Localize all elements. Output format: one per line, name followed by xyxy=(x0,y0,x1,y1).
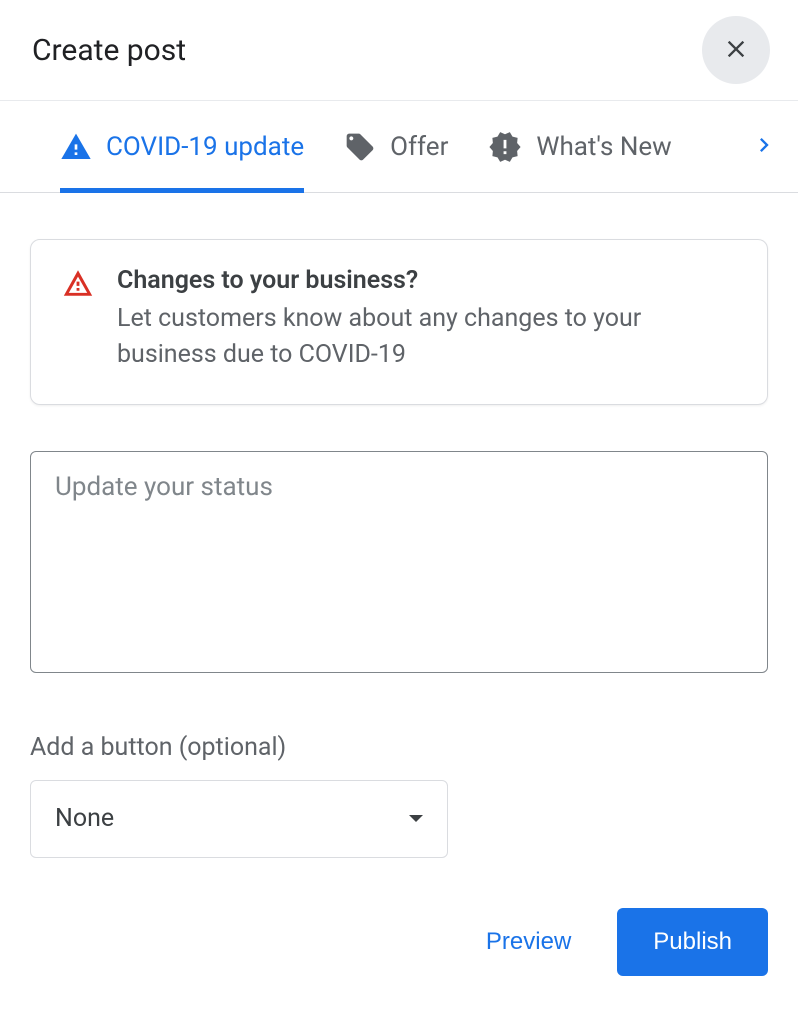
post-type-tabs: COVID-19 update Offer What's New xyxy=(0,101,798,193)
select-value: None xyxy=(55,804,114,833)
preview-button[interactable]: Preview xyxy=(476,914,581,970)
dialog-title: Create post xyxy=(32,33,186,68)
alert-triangle-icon xyxy=(61,266,95,374)
caret-down-icon xyxy=(409,815,423,822)
tabs-scroll-right[interactable] xyxy=(750,131,778,163)
content-area: Changes to your business? Let customers … xyxy=(0,193,798,858)
tag-icon xyxy=(344,131,376,163)
info-description: Let customers know about any changes to … xyxy=(117,301,737,374)
tab-label: Offer xyxy=(390,132,448,162)
info-title: Changes to your business? xyxy=(117,266,737,295)
tab-label: COVID-19 update xyxy=(106,132,304,162)
dialog-header: Create post xyxy=(0,0,798,101)
add-button-label: Add a button (optional) xyxy=(30,733,768,762)
warning-triangle-icon xyxy=(60,131,92,163)
close-icon xyxy=(722,35,750,66)
tab-whats-new[interactable]: What's New xyxy=(488,101,711,192)
button-type-select[interactable]: None xyxy=(30,780,448,858)
tab-label: What's New xyxy=(536,132,671,162)
tab-covid-update[interactable]: COVID-19 update xyxy=(60,101,344,192)
dialog-footer: Preview Publish xyxy=(0,908,798,1006)
status-textarea[interactable] xyxy=(30,451,768,673)
info-text: Changes to your business? Let customers … xyxy=(117,266,737,374)
close-button[interactable] xyxy=(702,16,770,84)
chevron-right-icon xyxy=(750,131,778,163)
add-button-section: Add a button (optional) None xyxy=(30,733,768,858)
info-card: Changes to your business? Let customers … xyxy=(30,239,768,405)
publish-button[interactable]: Publish xyxy=(617,908,768,976)
new-badge-icon xyxy=(488,130,522,164)
tab-offer[interactable]: Offer xyxy=(344,101,488,192)
